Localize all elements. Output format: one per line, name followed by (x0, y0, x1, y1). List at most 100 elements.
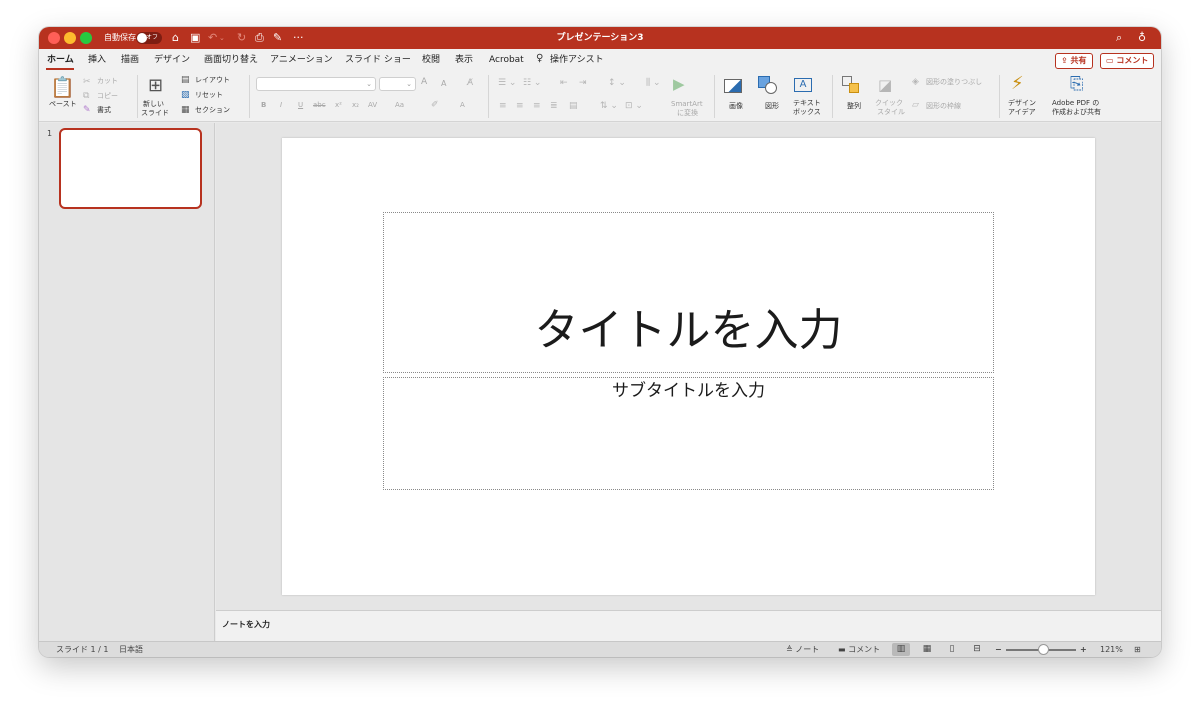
shape-fill-icon[interactable]: ◈ (912, 77, 919, 87)
slide-show-view-button[interactable]: ⊟ (968, 643, 986, 656)
clear-format-icon[interactable]: A̸ (467, 78, 473, 88)
textbox-line2[interactable]: ボックス (793, 108, 821, 117)
numbering-icon[interactable]: ☷ ⌄ (523, 78, 541, 88)
quick-styles-icon[interactable]: ◪ (878, 77, 892, 93)
reset-button[interactable]: リセット (195, 91, 223, 100)
subtitle-placeholder[interactable]: サブタイトルを入力 (383, 377, 994, 490)
align-text-icon[interactable]: ⊡ ⌄ (625, 101, 643, 111)
shape-fill-button[interactable]: 図形の塗りつぶし (926, 78, 982, 87)
format-painter-icon[interactable]: ✎ (83, 105, 91, 115)
reset-icon[interactable]: ▧ (181, 90, 190, 100)
zoom-level[interactable]: 121% (1100, 642, 1123, 657)
fit-to-window-icon[interactable]: ⊞ (1134, 642, 1141, 657)
zoom-in-button[interactable]: + (1080, 642, 1087, 657)
strikethrough-button[interactable]: abc (313, 101, 326, 110)
notes-pane[interactable]: ノートを入力 (216, 610, 1161, 641)
normal-view-button[interactable]: ▥ (892, 643, 910, 656)
font-size-select[interactable]: ⌄ (379, 77, 416, 91)
section-icon[interactable]: ▦ (181, 105, 190, 115)
character-spacing-button[interactable]: AV (368, 101, 377, 110)
cut-button[interactable]: カット (97, 77, 118, 86)
copy-button[interactable]: コピー (97, 92, 118, 101)
adobe-pdf-icon[interactable]: ⎘ (1070, 76, 1084, 93)
align-center-icon[interactable]: ≡ (516, 101, 524, 111)
shapes-circle-icon[interactable] (765, 82, 777, 94)
text-direction-icon[interactable]: ⇅ ⌄ (600, 101, 618, 111)
smartart-icon[interactable]: ▶ (673, 76, 685, 92)
new-slide-icon[interactable]: ⊞ (148, 76, 163, 96)
underline-button[interactable]: U (298, 101, 303, 110)
highlight-icon[interactable]: ✐ (431, 100, 439, 110)
design-ideas-line1[interactable]: デザイン (1008, 99, 1036, 108)
adobe-pdf-line1[interactable]: Adobe PDF の (1052, 99, 1099, 108)
increase-font-size-button[interactable]: A (421, 78, 427, 87)
align-left-icon[interactable]: ≡ (499, 101, 507, 111)
comments-toggle[interactable]: ▬ コメント (838, 642, 880, 657)
tab-draw[interactable]: 描画 (121, 54, 139, 66)
tab-acrobat[interactable]: Acrobat (489, 54, 524, 66)
shape-outline-icon[interactable]: ▱ (912, 100, 919, 110)
line-spacing-icon[interactable]: ↕ ⌄ (608, 78, 626, 88)
smartart-line2[interactable]: に変換 (677, 109, 698, 118)
title-placeholder[interactable]: タイトルを入力 (383, 212, 994, 373)
account-icon[interactable]: ♁ (1138, 31, 1146, 45)
picture-button[interactable]: 画像 (729, 102, 743, 111)
zoom-out-button[interactable]: − (995, 642, 1002, 657)
slide[interactable]: タイトルを入力 サブタイトルを入力 (282, 138, 1095, 595)
textbox-icon[interactable]: A (794, 78, 812, 92)
tab-view[interactable]: 表示 (455, 54, 473, 66)
slide-thumbnail[interactable] (59, 128, 202, 209)
language-indicator[interactable]: 日本語 (119, 642, 143, 657)
tell-me-search[interactable]: 操作アシスト (550, 54, 604, 66)
design-ideas-icon[interactable]: ⚡ (1011, 75, 1024, 93)
slide-sorter-view-button[interactable]: ▦ (918, 643, 936, 656)
align-right-icon[interactable]: ≡ (533, 101, 541, 111)
tab-slide-show[interactable]: スライド ショー (345, 54, 411, 66)
picture-icon[interactable] (724, 79, 742, 93)
quick-styles-line2[interactable]: スタイル (877, 108, 905, 117)
bullets-icon[interactable]: ☰ ⌄ (498, 78, 516, 88)
new-slide-line2[interactable]: スライド (141, 109, 169, 118)
smartart-line1[interactable]: SmartArt (671, 100, 703, 109)
arrange-icon-front[interactable] (849, 83, 859, 93)
layout-button[interactable]: レイアウト (195, 76, 230, 85)
textbox-line1[interactable]: テキスト (793, 99, 821, 108)
tab-transitions[interactable]: 画面切り替え (204, 54, 258, 66)
font-name-select[interactable]: ⌄ (256, 77, 376, 91)
notes-toggle[interactable]: ≜ ノート (786, 642, 819, 657)
cut-icon[interactable]: ✂ (83, 77, 91, 87)
distributed-icon[interactable]: ▤ (569, 101, 578, 111)
paste-icon[interactable]: 📋 (50, 76, 75, 98)
superscript-button[interactable]: x² (335, 101, 342, 110)
adobe-pdf-line2[interactable]: 作成および共有 (1052, 108, 1101, 117)
new-slide-line1[interactable]: 新しい (143, 100, 164, 109)
design-ideas-line2[interactable]: アイデア (1008, 108, 1036, 117)
shapes-button[interactable]: 図形 (765, 102, 779, 111)
share-button[interactable]: ⇪ 共有 (1055, 53, 1093, 69)
justify-icon[interactable]: ≣ (550, 101, 558, 111)
tab-home[interactable]: ホーム (47, 54, 74, 66)
reading-view-button[interactable]: ▯ (943, 643, 961, 656)
format-painter-button[interactable]: 書式 (97, 106, 111, 115)
columns-icon[interactable]: ⫼ ⌄ (646, 78, 661, 88)
quick-styles-line1[interactable]: クイック (875, 99, 903, 108)
shape-outline-button[interactable]: 図形の枠線 (926, 102, 961, 111)
arrange-button[interactable]: 整列 (847, 102, 861, 111)
increase-indent-icon[interactable]: ⇥ (579, 78, 587, 88)
zoom-slider-knob[interactable] (1038, 644, 1049, 655)
section-button[interactable]: セクション (195, 106, 230, 115)
font-color-button[interactable]: A (460, 101, 465, 110)
paste-button[interactable]: ペースト (49, 100, 77, 109)
subscript-button[interactable]: x₂ (352, 101, 359, 110)
copy-icon[interactable]: ⧉ (83, 91, 89, 101)
tab-design[interactable]: デザイン (154, 54, 190, 66)
tab-review[interactable]: 校閲 (422, 54, 440, 66)
search-icon[interactable]: ⌕ (1116, 31, 1122, 45)
bold-button[interactable]: B (261, 101, 266, 110)
layout-icon[interactable]: ▤ (181, 75, 190, 85)
decrease-indent-icon[interactable]: ⇤ (560, 78, 568, 88)
decrease-font-size-button[interactable]: A (441, 79, 446, 88)
tab-insert[interactable]: 挿入 (88, 54, 106, 66)
change-case-button[interactable]: Aa (395, 101, 404, 110)
comments-button[interactable]: ▭ コメント (1100, 53, 1155, 69)
